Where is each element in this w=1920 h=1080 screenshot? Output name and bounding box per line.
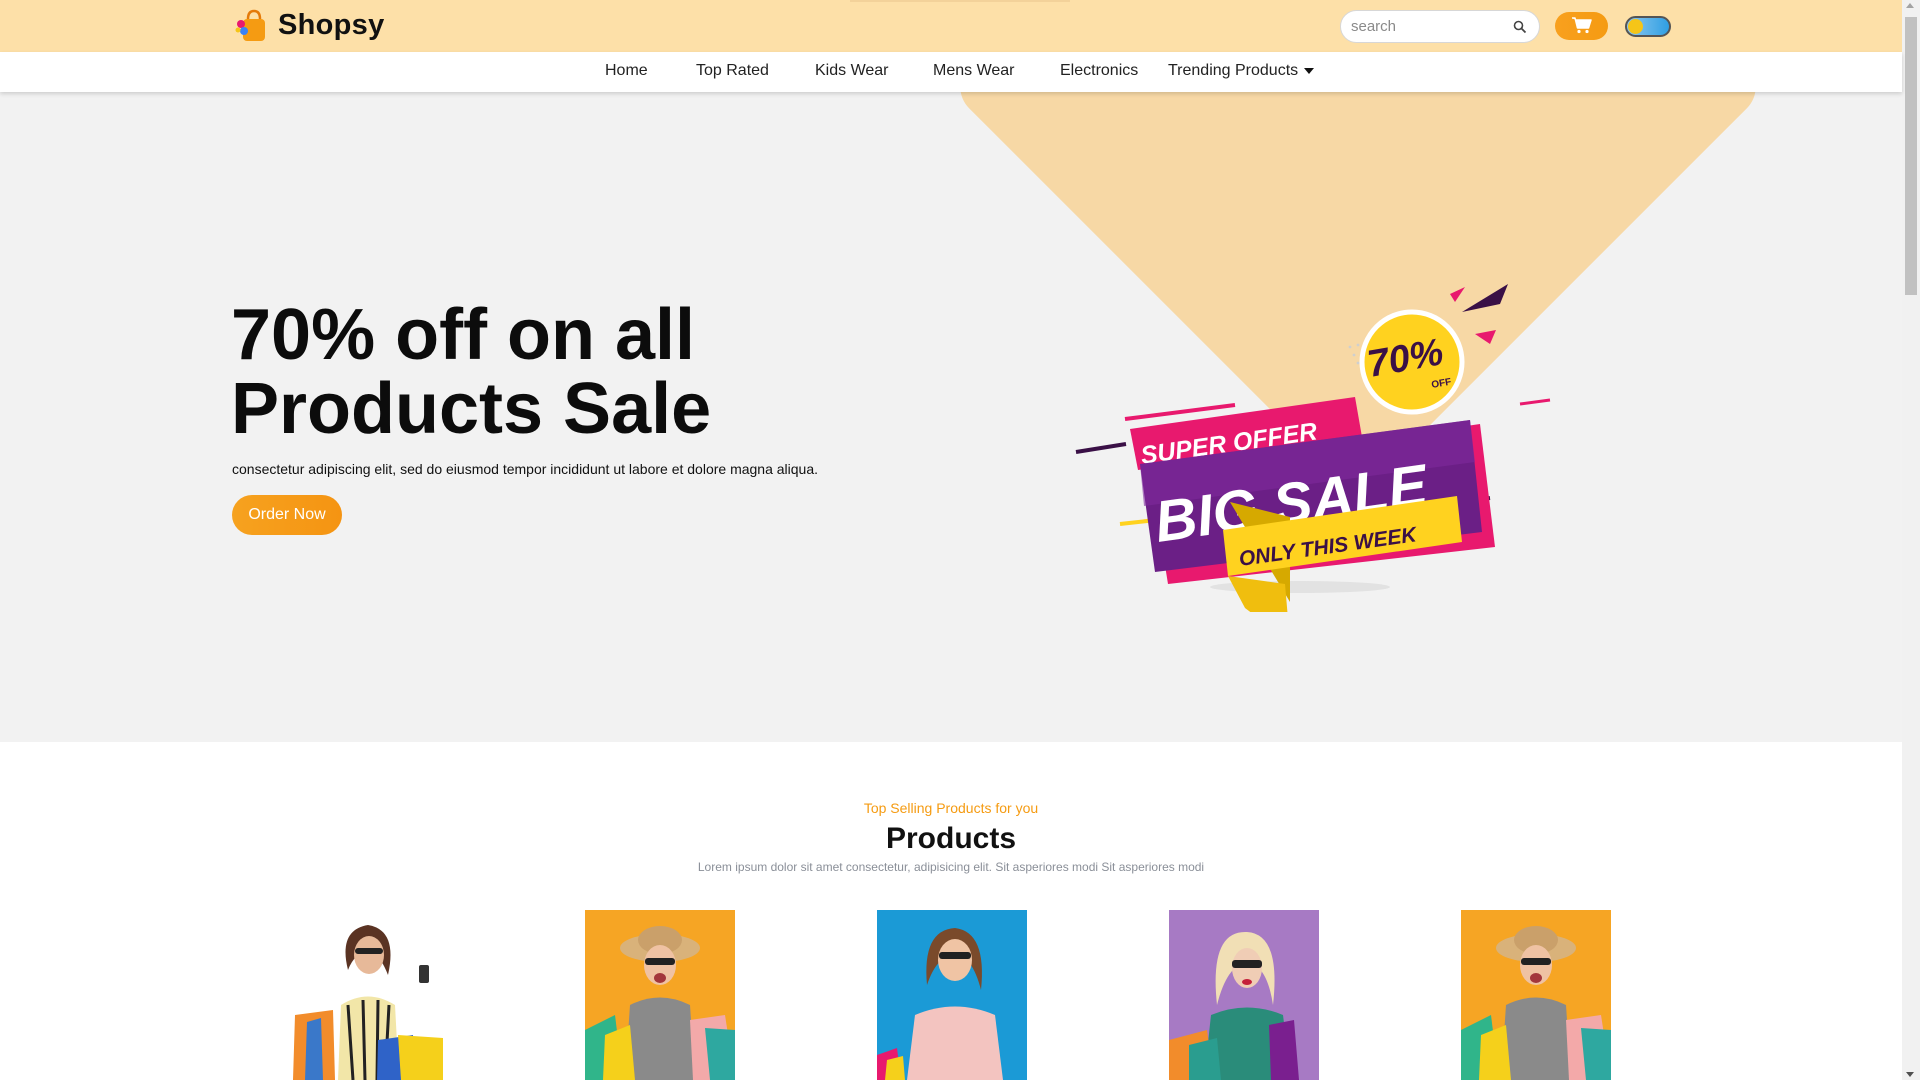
nav-item-kids-wear[interactable]: Kids Wear bbox=[815, 62, 889, 80]
product-card-2[interactable] bbox=[585, 910, 735, 1080]
products-kicker: Top Selling Products for you bbox=[863, 800, 1039, 816]
nav-item-home[interactable]: Home bbox=[605, 62, 648, 80]
nav-item-trending-label: Trending Products bbox=[1168, 62, 1299, 79]
hero-section: 70% off on all Products Sale consectetur… bbox=[0, 92, 1902, 742]
big-sale-banner: SUPER OFFER BIG SALE ONLY THIS WEEK 70% … bbox=[1075, 284, 1551, 612]
products-section-header: Top Selling Products for you Products Lo… bbox=[0, 800, 1902, 874]
product-card-3[interactable] bbox=[877, 910, 1027, 1080]
scroll-down-arrow-icon[interactable] bbox=[1906, 1072, 1914, 1077]
cart-icon bbox=[1571, 16, 1593, 37]
hero-subtitle: consectetur adipiscing elit, sed do eius… bbox=[232, 461, 819, 477]
products-subtitle: Lorem ipsum dolor sit amet consectetur, … bbox=[697, 860, 1205, 874]
nav-item-trending-products[interactable]: Trending Products bbox=[1168, 62, 1315, 80]
scroll-thumb[interactable] bbox=[1905, 17, 1917, 295]
cart-button[interactable] bbox=[1555, 12, 1608, 40]
product-card-4[interactable] bbox=[1169, 910, 1319, 1080]
hero-headline-line2: Products Sale bbox=[231, 369, 712, 449]
page-scrollbar[interactable] bbox=[1902, 0, 1920, 1080]
product-image-woman-purple bbox=[1169, 910, 1319, 1080]
caret-down-icon bbox=[1304, 67, 1315, 74]
brand-name: Shopsy bbox=[278, 8, 385, 41]
product-image-woman-hat-orange bbox=[585, 910, 735, 1080]
main-nav: Home Top Rated Kids Wear Mens Wear Elect… bbox=[0, 52, 1902, 92]
product-card-5[interactable] bbox=[1461, 910, 1611, 1080]
product-card-1[interactable] bbox=[293, 910, 443, 1080]
header-accent-line bbox=[850, 0, 1070, 2]
toggle-knob bbox=[1628, 19, 1643, 34]
product-image-woman-blue bbox=[877, 910, 1027, 1080]
order-now-button[interactable]: Order Now bbox=[232, 495, 342, 535]
nav-item-top-rated[interactable]: Top Rated bbox=[696, 62, 769, 80]
product-image-woman-hat-orange-2 bbox=[1461, 910, 1611, 1080]
shopping-bag-icon bbox=[232, 6, 270, 44]
theme-toggle[interactable] bbox=[1625, 16, 1671, 37]
top-header: Shopsy bbox=[0, 0, 1902, 52]
product-image-woman-phone bbox=[293, 910, 443, 1080]
brand-logo[interactable]: Shopsy bbox=[232, 6, 385, 44]
search-box[interactable] bbox=[1340, 10, 1540, 43]
scroll-up-arrow-icon[interactable] bbox=[1906, 3, 1914, 8]
products-title: Products bbox=[885, 822, 1017, 855]
hero-headline-line1: 70% off on all bbox=[231, 295, 696, 375]
search-input[interactable] bbox=[1341, 18, 1501, 35]
search-icon[interactable] bbox=[1513, 20, 1527, 34]
hero-headline: 70% off on all Products Sale bbox=[231, 298, 931, 446]
nav-item-mens-wear[interactable]: Mens Wear bbox=[933, 62, 1015, 80]
nav-item-electronics[interactable]: Electronics bbox=[1060, 62, 1138, 80]
